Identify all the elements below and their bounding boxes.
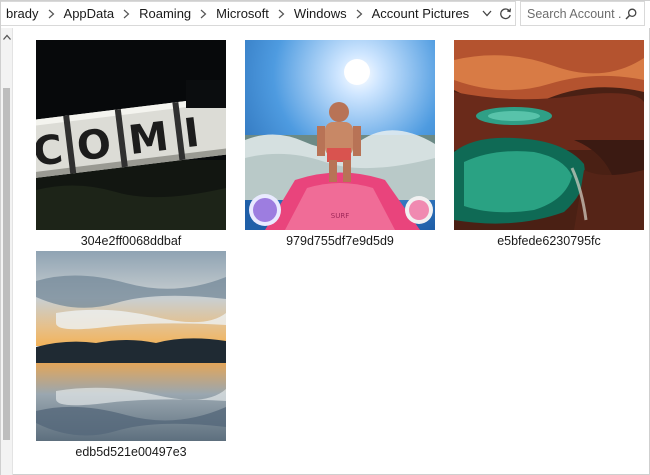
chevron-right-icon[interactable]: [41, 9, 62, 19]
file-item[interactable]: e5bfede6230795fc: [454, 40, 644, 249]
file-name[interactable]: e5bfede6230795fc: [454, 234, 644, 249]
chevron-right-icon[interactable]: [193, 9, 214, 19]
image-thumbnail[interactable]: [454, 40, 644, 230]
chevron-right-icon[interactable]: [271, 9, 292, 19]
file-name[interactable]: 979d755df7e9d5d9: [245, 234, 435, 249]
chevron-right-icon[interactable]: [116, 9, 137, 19]
address-history-dropdown[interactable]: [479, 1, 495, 26]
scrollbar-thumb[interactable]: [3, 88, 10, 440]
search-input[interactable]: [521, 3, 621, 24]
breadcrumb-item-appdata[interactable]: AppData: [62, 6, 117, 21]
chevron-down-icon: [482, 10, 492, 17]
refresh-icon: [499, 8, 511, 20]
image-thumbnail[interactable]: SURF: [245, 40, 435, 230]
svg-text:M: M: [126, 114, 171, 165]
explorer-window: brady AppData Roaming Microsoft Windows …: [0, 0, 650, 475]
image-thumbnail[interactable]: C O M I: [36, 40, 226, 230]
navigation-pane-scrollbar[interactable]: [1, 28, 13, 475]
file-name[interactable]: 304e2ff0068ddbaf: [36, 234, 226, 249]
sunset-lake-reflection-image: [36, 251, 226, 441]
file-name[interactable]: edb5d521e00497e3: [36, 445, 226, 460]
svg-text:O: O: [74, 121, 113, 171]
breadcrumb-item-microsoft[interactable]: Microsoft: [214, 6, 271, 21]
red-rock-green-pool-image: [454, 40, 644, 230]
search-icon[interactable]: [625, 8, 637, 20]
breadcrumb-item-account-pictures[interactable]: Account Pictures: [370, 6, 472, 21]
paddleboard-surfer-image: SURF: [245, 40, 435, 230]
chevron-right-icon[interactable]: [349, 9, 370, 19]
breadcrumb[interactable]: brady AppData Roaming Microsoft Windows …: [1, 1, 516, 26]
file-grid: C O M I 304e2ff0068ddbaf SURF 979d755df7…: [13, 28, 650, 475]
file-item[interactable]: C O M I 304e2ff0068ddbaf: [36, 40, 226, 249]
svg-text:SURF: SURF: [331, 212, 349, 220]
breadcrumb-item-windows[interactable]: Windows: [292, 6, 349, 21]
illuminated-letters-night-image: C O M I: [36, 40, 226, 230]
file-item[interactable]: SURF 979d755df7e9d5d9: [245, 40, 435, 249]
breadcrumb-item-roaming[interactable]: Roaming: [137, 6, 193, 21]
address-bar-row: brady AppData Roaming Microsoft Windows …: [1, 1, 650, 28]
search-box[interactable]: [520, 1, 645, 26]
file-item[interactable]: edb5d521e00497e3: [36, 251, 226, 460]
breadcrumb-item-brady[interactable]: brady: [4, 6, 41, 21]
chevron-up-icon[interactable]: [2, 33, 12, 41]
image-thumbnail[interactable]: [36, 251, 226, 441]
refresh-button[interactable]: [495, 1, 515, 26]
